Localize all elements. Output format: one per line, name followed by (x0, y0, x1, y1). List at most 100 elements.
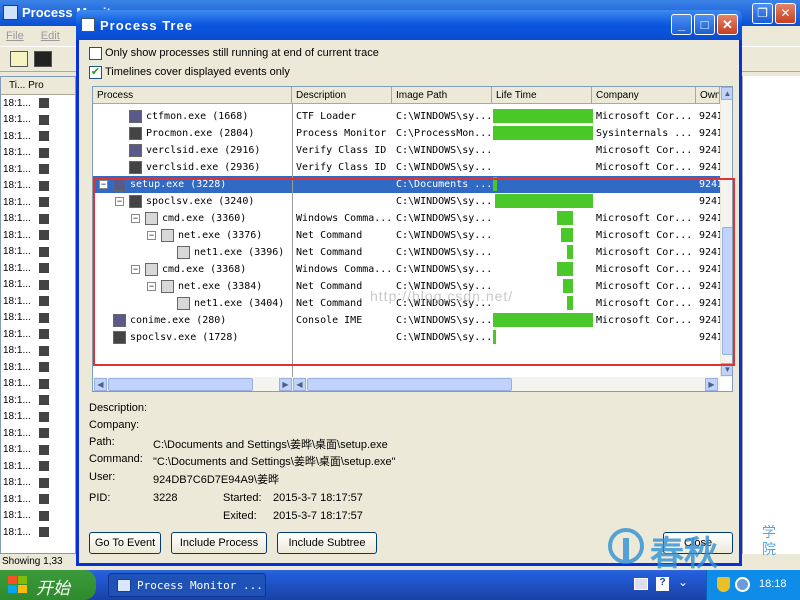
process-icon (38, 494, 49, 505)
event-row[interactable]: 18:1... (1, 425, 75, 442)
event-row[interactable]: 18:1... (1, 524, 75, 541)
process-row[interactable]: Procmon.exe (2804) Process Monitor C:\Proc… (93, 125, 723, 142)
taskbar-process-monitor[interactable]: Process Monitor ... (108, 573, 266, 597)
timelines-checkbox[interactable]: ✔ (89, 66, 102, 79)
event-row[interactable]: 18:1... (1, 112, 75, 129)
watermark-side: 学院 (762, 524, 776, 557)
event-row[interactable]: 18:1... (1, 293, 75, 310)
process-icon (38, 213, 49, 224)
company-label: Company: (89, 419, 140, 431)
event-row[interactable]: 18:1... (1, 227, 75, 244)
start-button[interactable]: 开始 (0, 570, 96, 600)
event-row[interactable]: 18:1... (1, 508, 75, 525)
menu-file[interactable]: File (6, 27, 24, 45)
event-row[interactable]: 18:1... (1, 392, 75, 409)
network-icon[interactable] (735, 577, 750, 592)
only-running-checkbox[interactable] (89, 47, 102, 60)
process-description: CTF Loader (296, 111, 357, 122)
event-row[interactable]: 18:1... (1, 277, 75, 294)
process-name: verclsid.exe (2916) (146, 145, 261, 156)
event-row[interactable]: 18:1... (1, 244, 75, 261)
event-list[interactable]: Ti... Pro 18:1... 18:1... 18:1... 18:1... 18… (0, 76, 76, 554)
event-row[interactable]: 18:1... (1, 161, 75, 178)
process-icon (38, 263, 49, 274)
process-icon (38, 411, 49, 422)
process-icon (38, 345, 49, 356)
column-company[interactable]: Company (592, 87, 696, 104)
event-row[interactable]: 18:1... (1, 145, 75, 162)
go-to-event-button[interactable]: Go To Event (89, 532, 161, 554)
horizontal-scrollbar[interactable]: ◀ ▶ ◀ ▶ (93, 377, 720, 391)
column-owner[interactable]: Own (696, 87, 720, 104)
event-row[interactable]: 18:1... (1, 211, 75, 228)
menu-edit[interactable]: Edit (41, 27, 60, 45)
include-process-button[interactable]: Include Process (171, 532, 267, 554)
maximize-icon[interactable]: □ (694, 14, 715, 35)
horizontal-scroll-thumb-left[interactable] (108, 378, 253, 391)
description-label: Description: (89, 402, 148, 414)
process-company: Microsoft Cor... (596, 145, 693, 156)
event-row[interactable]: 18:1... (1, 178, 75, 195)
event-row[interactable]: 18:1... (1, 475, 75, 492)
column-life-time[interactable]: Life Time (492, 87, 592, 104)
close-icon[interactable]: ✕ (775, 3, 796, 24)
event-row[interactable]: 18:1... (1, 310, 75, 327)
save-icon[interactable] (34, 51, 52, 67)
event-time: 18:1... (3, 493, 31, 505)
help-icon[interactable]: ? (656, 577, 669, 591)
scroll-right-icon[interactable]: ▶ (705, 378, 718, 391)
event-row[interactable]: 18:1... (1, 491, 75, 508)
minimize-icon[interactable]: _ (671, 14, 692, 35)
language-icon[interactable]: ⌄ (678, 575, 688, 589)
process-company: Microsoft Cor... (596, 111, 693, 122)
restore-icon[interactable]: ❐ (752, 3, 773, 24)
event-time: 18:1... (3, 163, 31, 175)
event-row[interactable]: 18:1... (1, 376, 75, 393)
open-icon[interactable] (10, 51, 28, 67)
event-row[interactable]: 18:1... (1, 326, 75, 343)
event-row[interactable]: 18:1... (1, 409, 75, 426)
process-icon (38, 461, 49, 472)
process-name: verclsid.exe (2936) (146, 162, 261, 173)
process-icon (38, 98, 49, 109)
clock[interactable]: 18:18 (759, 578, 787, 590)
event-time: 18:1... (3, 279, 31, 291)
event-row[interactable]: 18:1... (1, 359, 75, 376)
event-row[interactable]: 18:1... (1, 442, 75, 459)
event-time: 18:1... (3, 196, 31, 208)
event-row[interactable]: 18:1... (1, 458, 75, 475)
close-icon[interactable]: ✕ (717, 14, 738, 35)
event-row[interactable]: 18:1... (1, 343, 75, 360)
event-time: 18:1... (3, 246, 31, 258)
process-description: Verify Class ID (296, 145, 387, 156)
include-subtree-button[interactable]: Include Subtree (277, 532, 377, 554)
process-row[interactable]: verclsid.exe (2936) Verify Class ID C:\WIN… (93, 159, 723, 176)
process-icon (38, 444, 49, 455)
dialog-titlebar[interactable]: Process Tree (76, 10, 742, 40)
process-icon (38, 296, 49, 307)
event-time: 18:1... (3, 97, 31, 109)
process-row[interactable]: ctfmon.exe (1668) CTF Loader C:\WINDOWS\sy… (93, 108, 723, 125)
keyboard-icon[interactable] (634, 578, 648, 590)
scroll-up-icon[interactable]: ▲ (721, 87, 732, 100)
process-icon (129, 127, 142, 140)
event-row[interactable]: 18:1... (1, 260, 75, 277)
scroll-left-icon[interactable]: ◀ (293, 378, 306, 391)
event-time: 18:1... (3, 345, 31, 357)
process-image-path: C:\WINDOWS\sy... (396, 162, 492, 173)
pid-label: PID: (89, 492, 111, 504)
pid-value: 3228 (153, 492, 178, 504)
column-description[interactable]: Description (292, 87, 392, 104)
process-icon (38, 527, 49, 538)
process-icon (129, 161, 142, 174)
scroll-left-icon[interactable]: ◀ (94, 378, 107, 391)
scroll-right-icon[interactable]: ▶ (279, 378, 292, 391)
horizontal-scroll-thumb-right[interactable] (307, 378, 512, 391)
column-process[interactable]: Process (93, 87, 292, 104)
event-row[interactable]: 18:1... (1, 95, 75, 112)
security-shield-icon[interactable] (717, 577, 730, 592)
event-row[interactable]: 18:1... (1, 128, 75, 145)
event-row[interactable]: 18:1... (1, 194, 75, 211)
process-row[interactable]: verclsid.exe (2916) Verify Class ID C:\WIN… (93, 142, 723, 159)
column-image-path[interactable]: Image Path (392, 87, 492, 104)
